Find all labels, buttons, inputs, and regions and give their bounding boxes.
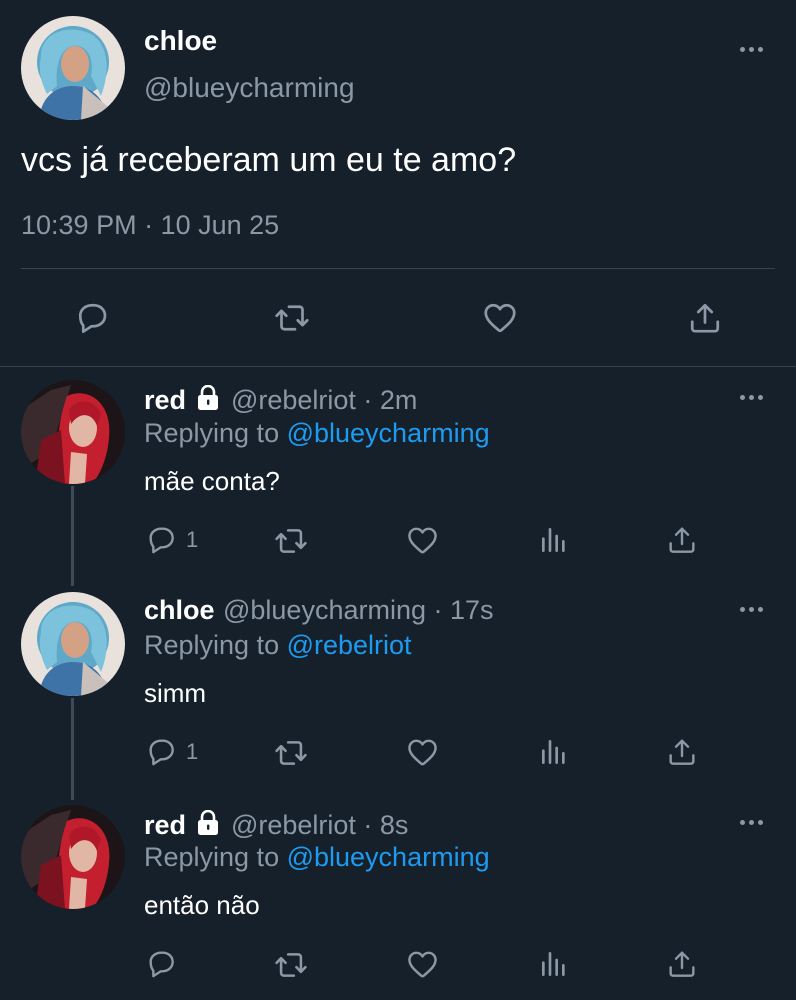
reply-button[interactable]: 1 [146,736,198,768]
like-button[interactable] [406,948,439,981]
reply-icon [146,736,178,768]
author-handle[interactable]: @blueycharming [144,72,355,104]
author-name[interactable]: chloe [144,595,215,625]
reply-icon [146,948,178,980]
section-divider [0,366,796,367]
reply-text: mãe conta? [144,466,280,496]
thread-line [71,486,74,586]
retweet-button[interactable] [274,524,308,558]
like-icon [406,948,439,981]
replying-to-mention[interactable]: @blueycharming [287,418,490,448]
like-button[interactable] [406,736,439,769]
reply-time[interactable]: · 2m [356,385,417,415]
reply-text: então não [144,890,260,920]
replying-to: Replying to @blueycharming [144,418,490,449]
retweet-icon [274,300,310,336]
share-button[interactable] [666,736,698,768]
share-icon [687,300,723,336]
share-icon [666,736,698,768]
reply-time[interactable]: · 17s [426,595,494,625]
analytics-button[interactable] [538,948,570,980]
replying-to: Replying to @rebelriot [144,630,412,661]
author-handle[interactable]: @blueycharming [223,595,426,625]
lock-icon [196,384,220,416]
replying-to-mention[interactable]: @rebelriot [287,630,412,660]
analytics-icon [538,524,570,556]
retweet-icon [274,948,308,982]
avatar-red[interactable] [21,805,125,909]
reply-time[interactable]: · 8s [356,810,408,840]
replying-to-label: Replying to [144,630,287,660]
share-button[interactable] [666,524,698,556]
author-handle[interactable]: @rebelriot [231,810,356,840]
share-icon [666,524,698,556]
reply-count: 1 [186,527,199,552]
lock-icon [196,809,220,841]
share-button[interactable] [666,948,698,980]
retweet-button[interactable] [274,736,308,770]
like-icon [406,736,439,769]
analytics-icon [538,948,570,980]
reply-count: 1 [186,739,199,764]
more-icon[interactable] [738,44,768,56]
retweet-button[interactable] [274,948,308,982]
retweet-icon [274,524,308,558]
avatar-image [21,380,125,484]
replying-to: Replying to @blueycharming [144,842,490,873]
avatar-red[interactable] [21,380,125,484]
like-button[interactable] [482,300,518,336]
retweet-button[interactable] [274,300,310,336]
more-icon[interactable] [738,392,768,404]
like-icon [406,524,439,557]
analytics-button[interactable] [538,524,570,556]
avatar-chloe[interactable] [21,16,125,120]
author-name[interactable]: red [144,810,186,840]
reply-text: simm [144,678,207,708]
avatar-image [21,805,125,909]
author-handle[interactable]: @rebelriot [231,385,356,415]
author-name[interactable]: red [144,385,186,415]
reply-icon [75,300,111,336]
analytics-icon [538,736,570,768]
replying-to-label: Replying to [144,418,287,448]
more-icon[interactable] [738,604,768,616]
reply-button[interactable]: 1 [146,524,198,556]
reply-header: chloe @blueycharming · 17s [144,595,494,626]
share-button[interactable] [687,300,723,336]
author-name[interactable]: chloe [144,25,217,57]
reply-icon [146,524,178,556]
tweet-text: vcs já receberam um eu te amo? [21,141,517,179]
avatar-chloe[interactable] [21,592,125,696]
avatar-image [21,592,125,696]
analytics-button[interactable] [538,736,570,768]
thread-line [71,698,74,800]
reply-button[interactable] [75,300,111,336]
retweet-icon [274,736,308,770]
replying-to-mention[interactable]: @blueycharming [287,842,490,872]
tweet-timestamp[interactable]: 10:39 PM · 10 Jun 25 [21,210,279,241]
more-icon[interactable] [738,817,768,829]
replying-to-label: Replying to [144,842,287,872]
share-icon [666,948,698,980]
divider [21,268,775,269]
reply-button[interactable] [146,948,186,980]
avatar-image [21,16,125,120]
reply-header: red @rebelriot · 8s [144,809,408,841]
like-button[interactable] [406,524,439,557]
reply-header: red @rebelriot · 2m [144,384,417,416]
like-icon [482,300,518,336]
